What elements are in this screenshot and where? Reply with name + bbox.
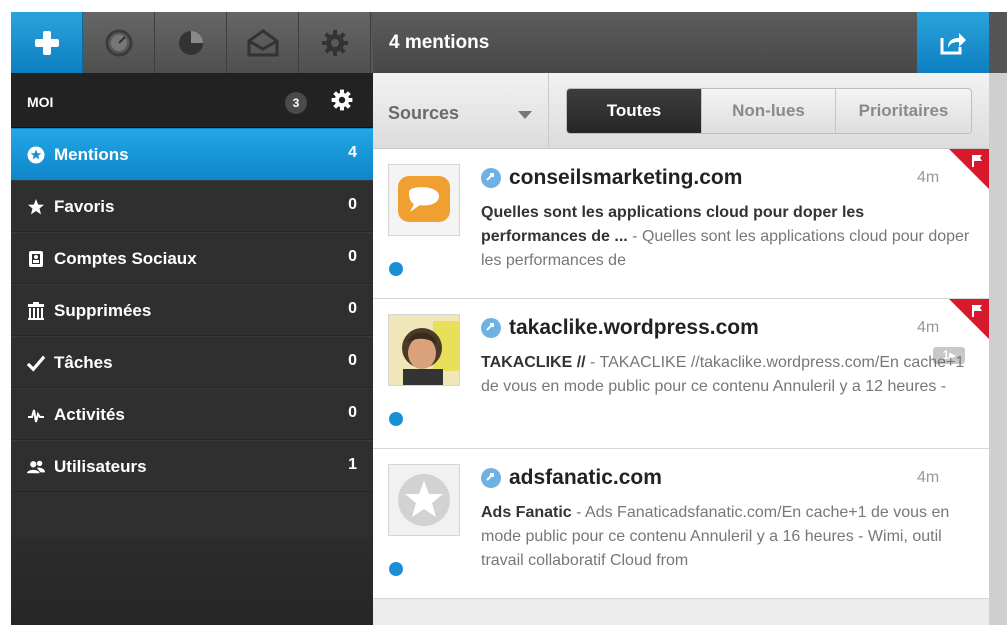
sidebar-item-label: Activités [54, 405, 125, 424]
dashboard-button[interactable] [83, 12, 155, 73]
unread-dot [389, 562, 403, 576]
sidebar-item-label: Comptes Sociaux [54, 249, 197, 268]
pie-chart-icon [178, 30, 203, 55]
sidebar-gear-icon[interactable] [330, 88, 354, 112]
sidebar-empty-area [11, 538, 373, 625]
stats-button[interactable] [155, 12, 227, 73]
link-icon [481, 168, 501, 188]
mention-time: 4m [917, 169, 940, 186]
source-avatar [388, 464, 460, 536]
source-avatar [388, 314, 460, 386]
sidebar-item-comptes-sociaux[interactable]: Comptes Sociaux 0 [11, 232, 373, 284]
check-icon [27, 354, 45, 372]
sidebar-item-count: 0 [348, 352, 357, 369]
sidebar-item-count: 0 [348, 248, 357, 265]
sidebar-item-count: 4 [348, 144, 357, 161]
sources-label: Sources [388, 103, 460, 123]
sidebar-item-mentions[interactable]: Mentions 4 [11, 128, 373, 180]
sidebar-item-favoris[interactable]: Favoris 0 [11, 180, 373, 232]
link-icon [481, 318, 501, 338]
mention-card[interactable]: adsfanatic.com 4m Ads Fanatic - Ads Fana… [373, 449, 989, 599]
top-toolbar: 4 mentions [11, 12, 1007, 73]
add-button[interactable] [11, 12, 83, 73]
share-icon [940, 32, 966, 54]
settings-button[interactable] [299, 12, 371, 73]
sidebar-header-count: 3 [285, 92, 307, 114]
source-avatar [388, 164, 460, 236]
sidebar-item-label: Tâches [54, 353, 113, 372]
page-title-bar: 4 mentions [373, 12, 917, 73]
sidebar-item-count: 0 [348, 300, 357, 317]
mail-icon [247, 28, 278, 56]
sources-dropdown[interactable]: Sources [373, 73, 549, 148]
activity-icon [27, 406, 45, 424]
mentions-feed: conseilsmarketing.com 4m Quelles sont le… [373, 149, 989, 625]
sidebar-item-supprimees[interactable]: Supprimées 0 [11, 284, 373, 336]
star-icon [27, 198, 45, 216]
share-button[interactable] [917, 12, 989, 73]
sidebar-item-taches[interactable]: Tâches 0 [11, 336, 373, 388]
dashboard-icon [105, 29, 132, 56]
unread-dot [389, 412, 403, 426]
mention-source[interactable]: adsfanatic.com [481, 466, 662, 490]
sidebar: MOI 3 Mentions 4 Favoris 0 Comptes Socia… [11, 73, 373, 625]
unread-dot [389, 262, 403, 276]
toolbar-edge [989, 12, 1007, 73]
add-icon [34, 30, 59, 55]
mention-site: conseilsmarketing.com [509, 166, 743, 189]
tab-non-lues[interactable]: Non-lues [701, 89, 835, 133]
toolbar-buttons [11, 12, 373, 73]
filter-tabs: Toutes Non-lues Prioritaires [566, 88, 972, 134]
mention-card[interactable]: takaclike.wordpress.com 4m 1▸ TAKACLIKE … [373, 299, 989, 449]
sidebar-item-label: Mentions [54, 145, 129, 164]
mention-site: adsfanatic.com [509, 466, 662, 489]
mention-source[interactable]: takaclike.wordpress.com [481, 316, 759, 340]
tab-toutes[interactable]: Toutes [567, 89, 701, 133]
app-window: 4 mentions MOI 3 Mentions 4 Favoris 0 Co… [11, 12, 1007, 625]
flag-icon [972, 155, 982, 167]
mention-body: TAKACLIKE // - TAKACLIKE //takaclike.wor… [481, 351, 973, 399]
star-circle-icon [27, 146, 45, 164]
right-edge-panel [989, 73, 1007, 625]
page-title: 4 mentions [389, 32, 490, 53]
sidebar-item-label: Utilisateurs [54, 457, 147, 476]
sidebar-item-count: 1 [348, 456, 357, 473]
mention-time: 4m [917, 319, 940, 336]
sidebar-list: Mentions 4 Favoris 0 Comptes Sociaux 0 S… [11, 128, 373, 492]
sidebar-item-activites[interactable]: Activités 0 [11, 388, 373, 440]
trash-icon [27, 302, 45, 320]
mention-title: Ads Fanatic [481, 504, 572, 521]
sidebar-header-title: MOI [27, 94, 54, 110]
gear-icon [321, 29, 348, 56]
messages-button[interactable] [227, 12, 299, 73]
mention-body: Ads Fanatic - Ads Fanaticadsfanatic.com/… [481, 501, 973, 573]
mention-time: 4m [917, 469, 940, 486]
sidebar-header: MOI 3 [11, 73, 373, 128]
users-icon [27, 458, 45, 476]
tab-prioritaires[interactable]: Prioritaires [835, 89, 971, 133]
sidebar-item-count: 0 [348, 196, 357, 213]
sidebar-item-label: Supprimées [54, 301, 152, 320]
filter-bar: Sources Toutes Non-lues Prioritaires [373, 73, 989, 149]
mention-title: TAKACLIKE // [481, 354, 586, 371]
sidebar-item-label: Favoris [54, 197, 115, 216]
flag-icon [972, 305, 982, 317]
sidebar-item-count: 0 [348, 404, 357, 421]
mention-site: takaclike.wordpress.com [509, 316, 759, 339]
link-icon [481, 468, 501, 488]
mention-body: Quelles sont les applications cloud pour… [481, 201, 973, 273]
contact-book-icon [27, 250, 45, 268]
sidebar-item-utilisateurs[interactable]: Utilisateurs 1 [11, 440, 373, 492]
mention-source[interactable]: conseilsmarketing.com [481, 166, 742, 190]
mention-card[interactable]: conseilsmarketing.com 4m Quelles sont le… [373, 149, 989, 299]
chevron-down-icon [518, 111, 532, 119]
